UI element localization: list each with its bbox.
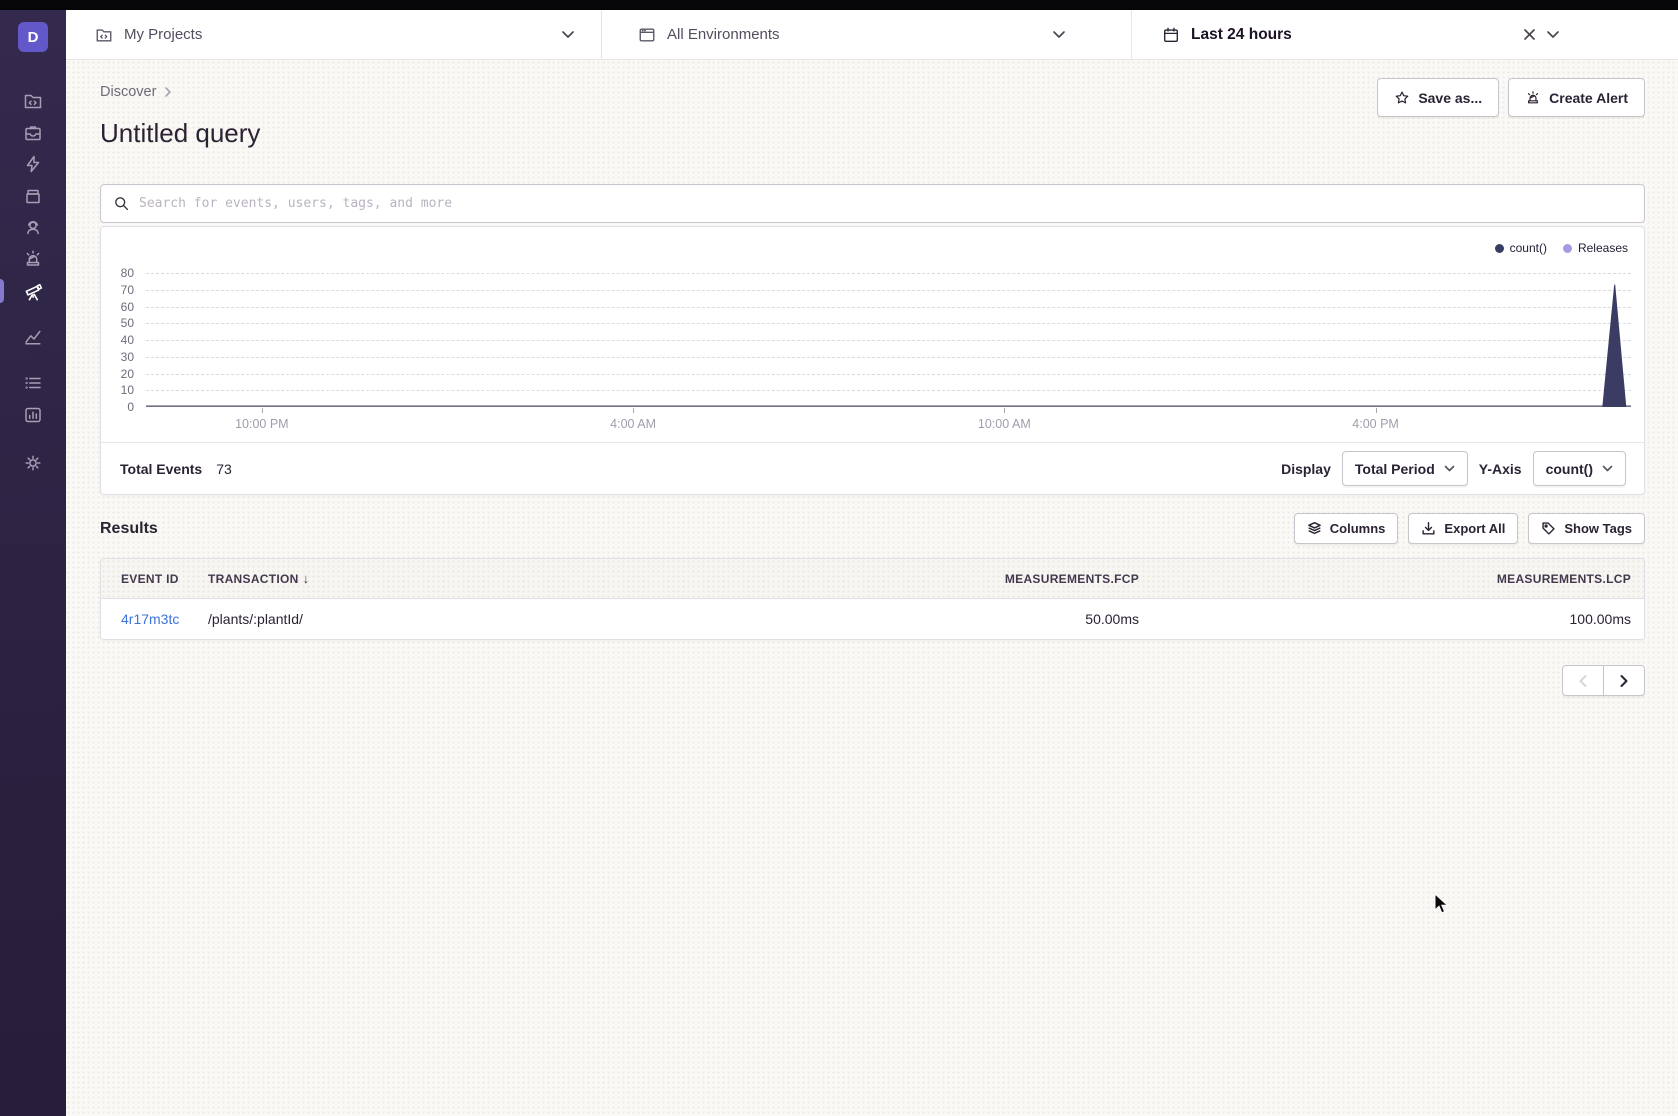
chevron-right-icon [1619,674,1629,688]
column-header-transaction[interactable]: TRANSACTION↓ [195,571,708,586]
sidebar-item-alerts[interactable] [0,244,66,274]
chart-y-axis: 01020304050607080 [101,273,140,407]
events-chart-panel: count() Releases 01020304050607080 10:00… [100,226,1645,495]
performance-icon [23,154,43,174]
create-alert-button[interactable]: Create Alert [1508,78,1645,117]
environment-selector[interactable]: All Environments [602,10,1131,59]
sidebar-item-releases[interactable] [0,181,66,211]
sort-descending-icon: ↓ [303,571,310,586]
search-input[interactable] [139,196,1632,211]
column-header-measurements-fcp[interactable]: MEASUREMENTS.FCP [708,572,1146,586]
save-as-button[interactable]: Save as... [1377,78,1499,117]
results-header: Results Columns Export All Show Tags [100,513,1645,544]
chart-area: count() Releases 01020304050607080 10:00… [101,227,1644,442]
columns-button[interactable]: Columns [1294,513,1399,544]
clear-date-icon[interactable] [1523,28,1536,41]
sidebar-item-user-feedback[interactable] [0,212,66,242]
alerts-icon [23,249,43,269]
results-table: EVENT ID TRANSACTION↓ MEASUREMENTS.FCP M… [100,558,1645,640]
total-events-value: 73 [216,461,232,477]
user-feedback-icon [23,217,43,237]
transaction-cell: /plants/:plantId/ [195,611,708,627]
chart-legend: count() Releases [1495,241,1628,255]
chart-footer: Total Events 73 Display Total Period Y-A… [101,442,1644,494]
legend-item-releases[interactable]: Releases [1563,241,1628,255]
pagination [100,665,1645,696]
sidebar-item-activity[interactable] [0,368,66,398]
page-title: Untitled query [100,118,1645,149]
sidebar: D [0,10,66,1116]
siren-icon [1525,90,1541,106]
download-icon [1421,521,1436,536]
environment-selector-label: All Environments [667,26,780,43]
show-tags-button[interactable]: Show Tags [1528,513,1645,544]
column-header-measurements-lcp[interactable]: MEASUREMENTS.LCP [1146,572,1644,586]
topbar: My Projects All Environments Last 24 hou… [66,10,1678,60]
activity-icon [23,373,43,393]
project-selector[interactable]: My Projects [66,10,601,59]
date-range-label: Last 24 hours [1191,26,1292,44]
results-title: Results [100,520,158,538]
org-avatar[interactable]: D [18,22,48,52]
count-series-dot [1495,244,1504,253]
breadcrumb-discover[interactable]: Discover [100,84,156,100]
sidebar-item-stats[interactable] [0,400,66,430]
projects-icon [23,91,43,111]
y-axis-dropdown[interactable]: count() [1533,451,1626,486]
event-id-link[interactable]: 4r17m3tc [101,611,195,627]
chevron-down-icon[interactable] [1546,30,1560,39]
tag-icon [1541,521,1556,536]
table-header-row: EVENT ID TRANSACTION↓ MEASUREMENTS.FCP M… [101,559,1644,599]
sidebar-item-projects[interactable] [0,86,66,116]
main-content: Discover Save as... Create Alert Untitle… [66,60,1678,1116]
table-row: 4r17m3tc /plants/:plantId/ 50.00ms 100.0… [101,599,1644,639]
star-icon [1394,90,1410,106]
display-dropdown[interactable]: Total Period [1342,451,1468,486]
save-as-label: Save as... [1418,90,1482,106]
calendar-icon [1162,26,1180,44]
previous-page-button [1562,665,1604,696]
active-indicator [0,279,4,303]
sidebar-item-dashboards[interactable] [0,322,66,352]
chevron-down-icon [561,30,575,39]
search-icon [113,195,130,212]
chevron-left-icon [1578,674,1588,688]
project-selector-label: My Projects [124,26,202,43]
display-label: Display [1281,461,1331,477]
y-axis-label: Y-Axis [1479,461,1522,477]
search-bar [100,184,1645,223]
export-all-button[interactable]: Export All [1408,513,1518,544]
date-range-selector[interactable]: Last 24 hours [1132,10,1678,59]
releases-series-dot [1563,244,1572,253]
measurements-fcp-cell: 50.00ms [708,611,1146,627]
total-events-label: Total Events [120,461,202,477]
legend-item-count[interactable]: count() [1495,241,1547,255]
chevron-down-icon [1444,465,1455,472]
settings-icon [23,453,43,473]
issues-icon [23,123,43,143]
column-header-event-id[interactable]: EVENT ID [101,572,195,586]
chevron-down-icon [1052,30,1066,39]
header-actions: Save as... Create Alert [1377,78,1645,117]
sidebar-item-issues[interactable] [0,118,66,148]
measurements-lcp-cell: 100.00ms [1146,611,1644,627]
dashboards-icon [23,327,43,347]
window-top-strip [0,0,1678,10]
discover-icon [23,281,44,302]
chart-x-axis: 10:00 PM4:00 AM10:00 AM4:00 PM [146,417,1631,433]
window-icon [638,26,656,44]
sidebar-item-performance[interactable] [0,149,66,179]
releases-icon [23,186,43,206]
sidebar-item-settings[interactable] [0,448,66,478]
create-alert-label: Create Alert [1549,90,1628,106]
stats-icon [23,405,43,425]
next-page-button[interactable] [1603,665,1645,696]
chevron-down-icon [1602,465,1613,472]
chart-plot[interactable] [146,273,1631,407]
chevron-right-icon [164,86,172,98]
projects-folder-icon [95,26,113,44]
sidebar-item-discover[interactable] [0,276,66,306]
layers-icon [1307,521,1322,536]
